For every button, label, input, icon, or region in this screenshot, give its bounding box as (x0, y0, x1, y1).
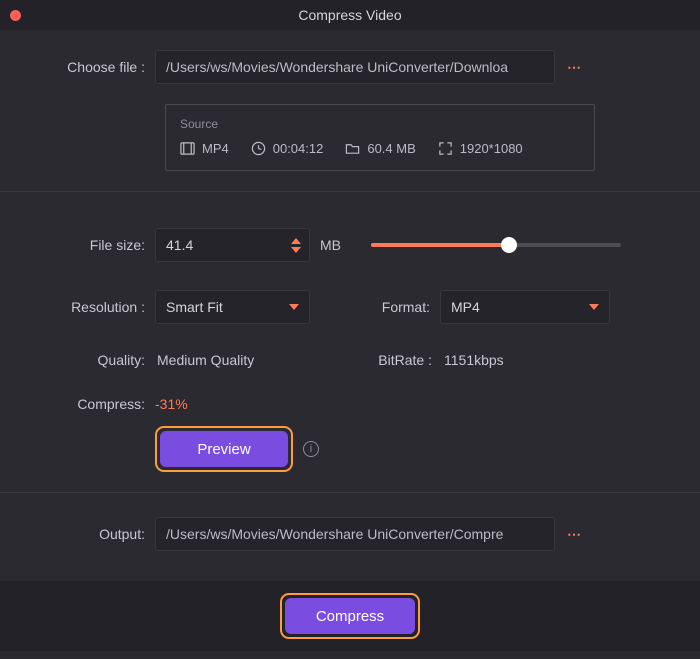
bottom-bar: Compress (0, 581, 700, 651)
resolution-label: Resolution : (10, 299, 155, 315)
file-size-label: File size: (10, 237, 155, 253)
source-format: MP4 (180, 141, 229, 156)
info-icon[interactable]: i (303, 441, 319, 457)
expand-icon (438, 141, 453, 156)
choose-file-label: Choose file : (10, 59, 155, 75)
resolution-select[interactable]: Smart Fit (155, 290, 310, 324)
output-label: Output: (10, 526, 155, 542)
file-size-stepper[interactable]: 41.4 (155, 228, 310, 262)
file-size-slider[interactable] (371, 243, 621, 247)
slider-fill (371, 243, 509, 247)
compress-button[interactable]: Compress (285, 598, 415, 634)
window-title: Compress Video (298, 7, 401, 23)
source-label: Source (180, 117, 580, 131)
source-duration: 00:04:12 (251, 141, 324, 156)
output-browse-icon[interactable]: ⋯ (567, 526, 583, 543)
chevron-down-icon (589, 304, 599, 310)
choose-file-browse-icon[interactable]: ⋯ (567, 59, 583, 76)
close-window-button[interactable] (10, 10, 21, 21)
choose-file-section: Choose file : /Users/ws/Movies/Wondersha… (0, 30, 700, 191)
film-icon (180, 141, 195, 156)
titlebar: Compress Video (0, 0, 700, 30)
quality-value: Medium Quality (157, 352, 312, 368)
chevron-up-icon[interactable] (291, 238, 301, 244)
compress-value: -31% (155, 396, 188, 412)
choose-file-path[interactable]: /Users/ws/Movies/Wondershare UniConverte… (155, 50, 555, 84)
format-label: Format: (350, 299, 440, 315)
output-path[interactable]: /Users/ws/Movies/Wondershare UniConverte… (155, 517, 555, 551)
output-section: Output: /Users/ws/Movies/Wondershare Uni… (0, 493, 700, 581)
compress-label: Compress: (10, 396, 155, 412)
bitrate-label: BitRate : (352, 352, 442, 368)
compress-highlight: Compress (280, 593, 420, 639)
format-select[interactable]: MP4 (440, 290, 610, 324)
clock-icon (251, 141, 266, 156)
source-resolution: 1920*1080 (438, 141, 523, 156)
window-controls (10, 10, 21, 21)
settings-section: File size: 41.4 MB Resolution : Smart Fi… (0, 192, 700, 492)
source-info-card: Source MP4 00:04:12 60.4 MB (165, 104, 595, 171)
quality-label: Quality: (10, 352, 155, 368)
slider-thumb[interactable] (501, 237, 517, 253)
chevron-down-icon[interactable] (291, 247, 301, 253)
folder-icon (345, 141, 360, 156)
bitrate-value: 1151kbps (444, 352, 504, 368)
file-size-unit: MB (320, 237, 341, 253)
preview-highlight: Preview (155, 426, 293, 472)
source-size: 60.4 MB (345, 141, 415, 156)
preview-button[interactable]: Preview (160, 431, 288, 467)
chevron-down-icon (289, 304, 299, 310)
